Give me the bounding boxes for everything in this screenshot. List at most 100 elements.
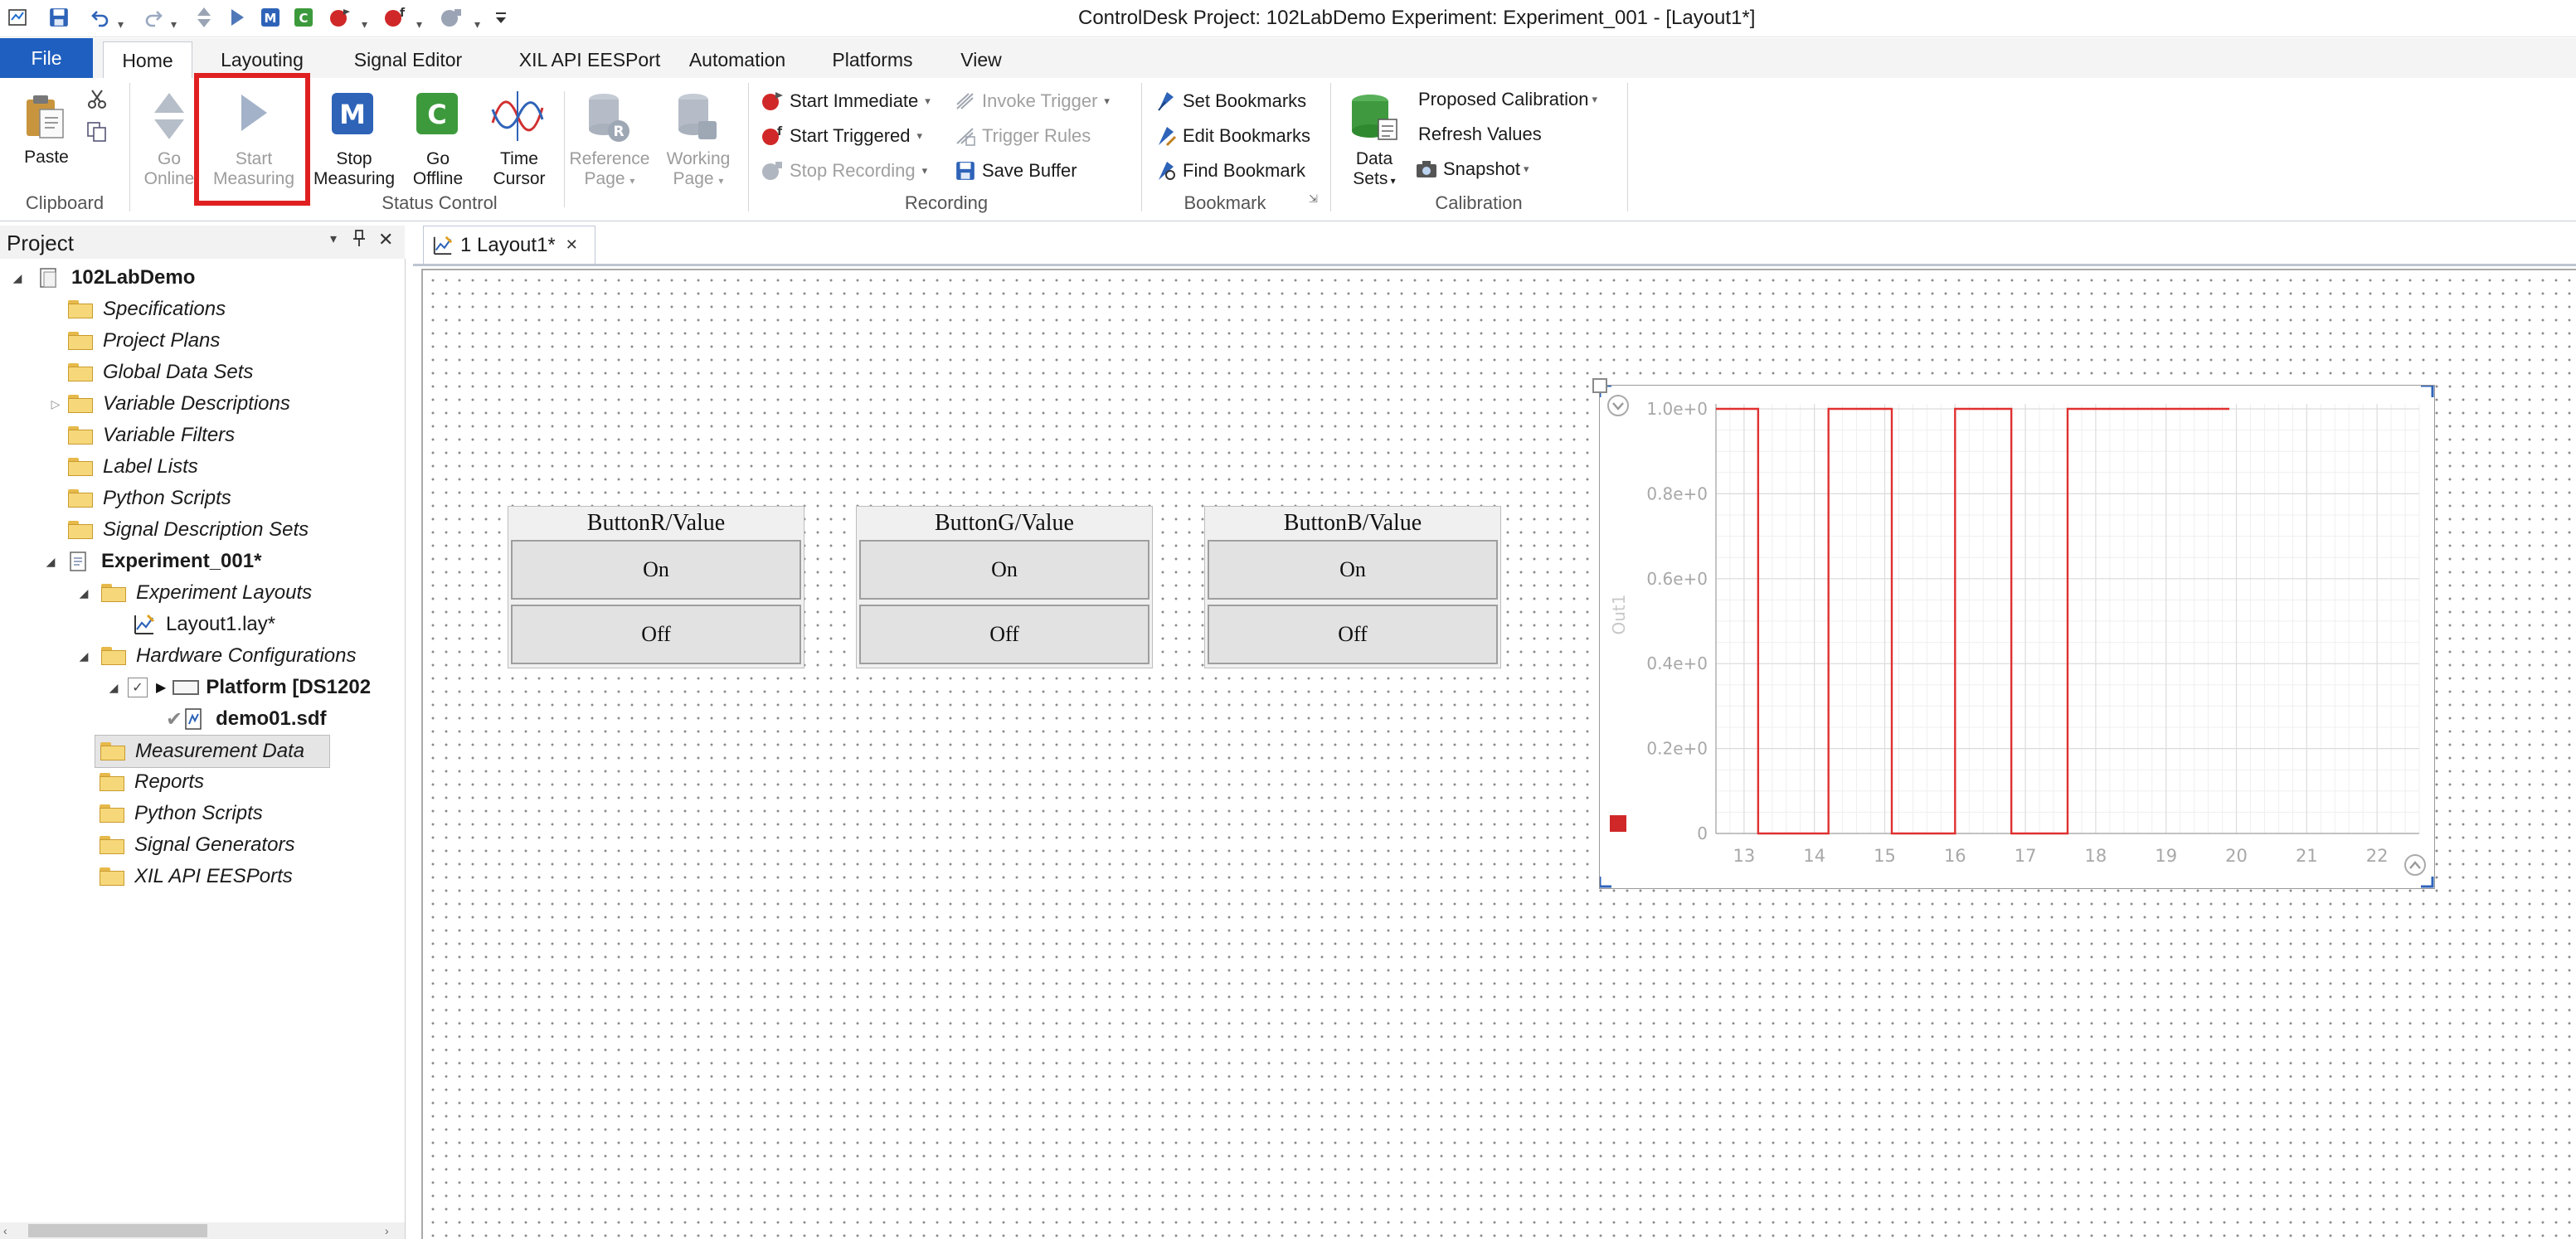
collapse-icon[interactable]: ◢ (8, 271, 27, 285)
on-button[interactable]: On (511, 540, 801, 600)
undo-icon[interactable] (88, 3, 113, 32)
find-bookmark-button[interactable]: Find Bookmark (1154, 158, 1305, 184)
plotter-resize-handle[interactable] (1592, 378, 1607, 393)
panel-menu-dropdown-icon[interactable]: ▾ (330, 231, 337, 247)
set-bookmarks-button[interactable]: Set Bookmarks (1154, 88, 1306, 114)
stop-measuring-button[interactable]: Stop Measuring (309, 149, 400, 189)
collapse-icon[interactable]: ◢ (104, 681, 123, 695)
on-button[interactable]: On (859, 540, 1149, 600)
tree-item-specifications[interactable]: Specifications (68, 294, 226, 325)
go-offline-qa-icon[interactable]: C (292, 3, 315, 32)
stop-recording-qa-dropdown-icon[interactable]: ▾ (474, 10, 480, 38)
app-icon[interactable] (3, 3, 32, 32)
scroll-down-icon[interactable] (2404, 854, 2426, 876)
scroll-up-icon[interactable] (1607, 395, 1629, 416)
redo-dropdown-icon[interactable]: ▾ (171, 10, 177, 38)
paste-icon[interactable] (20, 91, 73, 144)
tab-home[interactable]: Home (103, 41, 192, 80)
tree-item-xil-api-eesports[interactable]: XIL API EESPorts (100, 861, 293, 892)
tab-view[interactable]: View (945, 41, 1017, 78)
go-offline-icon[interactable]: C (415, 91, 461, 138)
tree-item-project-root[interactable]: ◢ 102LabDemo (8, 262, 196, 294)
off-button[interactable]: Off (511, 605, 801, 664)
tree-item-reports[interactable]: Reports (100, 766, 204, 798)
start-immediate-dropdown-icon[interactable]: ▾ (925, 88, 931, 114)
go-online-icon[interactable] (153, 90, 186, 148)
undo-dropdown-icon[interactable]: ▾ (118, 10, 124, 38)
tree-item-variable-filters[interactable]: Variable Filters (68, 420, 235, 451)
series-color-marker[interactable] (1610, 815, 1626, 832)
tab-xil-api-eesport[interactable]: XIL API EESPort (501, 41, 678, 78)
start-triggered-dropdown-icon[interactable]: ▾ (917, 123, 923, 149)
stop-measuring-qa-icon[interactable]: M (259, 3, 282, 32)
start-triggered-qa-dropdown-icon[interactable]: ▾ (416, 10, 422, 38)
trigger-rules-button[interactable]: Trigger Rules (954, 123, 1091, 149)
invoke-trigger-button[interactable]: Invoke Trigger ▾ (954, 88, 1110, 114)
cut-icon[interactable] (86, 88, 111, 113)
reference-page-button[interactable]: Reference Page ▾ (564, 149, 655, 191)
invoke-trigger-dropdown-icon[interactable]: ▾ (1104, 88, 1110, 114)
start-immediate-button[interactable]: Start Immediate ▾ (761, 88, 931, 114)
tree-item-platform[interactable]: ◢ ✓ ▶ Platform [DS1202 (104, 672, 371, 703)
start-triggered-button[interactable]: f Start Triggered ▾ (761, 123, 922, 149)
tree-item-label-lists[interactable]: Label Lists (68, 451, 198, 483)
off-button[interactable]: Off (859, 605, 1149, 664)
tree-item-measurement-data[interactable]: Measurement Data (95, 735, 330, 768)
start-measuring-qa-icon[interactable] (226, 3, 249, 32)
bookmark-dialog-launcher-icon[interactable]: ⇲ (1309, 192, 1322, 206)
data-sets-icon[interactable] (1347, 90, 1402, 144)
save-icon[interactable] (45, 3, 73, 32)
working-page-button[interactable]: Working Page ▾ (657, 149, 740, 191)
expand-icon[interactable]: ▷ (46, 397, 65, 411)
proposed-calibration-button[interactable]: Proposed Calibration ▾ (1418, 86, 1597, 113)
proposed-calibration-dropdown-icon[interactable]: ▾ (1592, 86, 1597, 113)
tree-item-layout1[interactable]: Layout1.lay* (133, 609, 275, 640)
stop-measuring-icon[interactable]: M (330, 91, 377, 138)
time-cursor-button[interactable]: Time Cursor (484, 149, 554, 189)
tab-signal-editor[interactable]: Signal Editor (335, 41, 481, 78)
close-panel-icon[interactable]: ✕ (378, 229, 396, 250)
tree-item-experiment[interactable]: ◢ Experiment_001* (41, 546, 262, 577)
tree-item-signal-description-sets[interactable]: Signal Description Sets (68, 514, 309, 546)
refresh-values-button[interactable]: Refresh Values (1418, 121, 1542, 148)
go-offline-button[interactable]: Go Offline (403, 149, 473, 189)
tab-file[interactable]: File (0, 38, 93, 78)
off-button[interactable]: Off (1208, 605, 1498, 664)
time-cursor-icon[interactable] (491, 90, 544, 143)
tree-item-project-plans[interactable]: Project Plans (68, 325, 220, 357)
customize-qa-icon[interactable] (491, 3, 511, 32)
tab-automation[interactable]: Automation (677, 41, 798, 78)
time-plotter-instrument[interactable]: Out1 0 0.2e+0 0.4e+0 0.6e+0 0.8e+0 1.0e+0 13 1… (1598, 384, 2435, 889)
tree-item-python-scripts[interactable]: Python Scripts (68, 483, 231, 514)
start-immediate-qa-icon[interactable] (327, 3, 355, 32)
tab-layout1[interactable]: 1 Layout1* ✕ (423, 226, 595, 264)
save-buffer-button[interactable]: Save Buffer (954, 158, 1077, 184)
tree-item-variable-descriptions[interactable]: ▷ Variable Descriptions (46, 388, 290, 420)
paste-button[interactable]: Paste (12, 148, 81, 168)
working-page-icon[interactable] (672, 90, 722, 148)
tree-item-signal-generators[interactable]: Signal Generators (100, 829, 294, 861)
platform-checkbox[interactable]: ✓ (128, 678, 148, 697)
copy-icon[interactable] (86, 121, 111, 146)
start-immediate-qa-dropdown-icon[interactable]: ▾ (362, 10, 367, 38)
close-tab-icon[interactable]: ✕ (566, 236, 578, 254)
collapse-icon[interactable]: ◢ (41, 555, 60, 569)
scroll-left-icon[interactable]: ‹ (3, 1224, 7, 1237)
tree-item-hardware-configurations[interactable]: ◢ Hardware Configurations (75, 640, 357, 672)
edit-bookmarks-button[interactable]: Edit Bookmarks (1154, 123, 1310, 149)
data-sets-button[interactable]: Data Sets ▾ (1337, 149, 1412, 191)
collapse-icon[interactable]: ◢ (75, 649, 93, 663)
on-button[interactable]: On (1208, 540, 1498, 600)
snapshot-dropdown-icon[interactable]: ▾ (1524, 156, 1529, 182)
go-online-qa-icon[interactable] (192, 3, 216, 32)
pin-icon[interactable] (352, 229, 368, 249)
project-scrollbar-thumb[interactable] (28, 1224, 207, 1237)
stop-recording-button[interactable]: Stop Recording ▾ (761, 158, 927, 184)
go-online-button[interactable]: Go Online (136, 149, 202, 189)
stop-recording-qa-icon[interactable] (438, 3, 466, 32)
snapshot-button[interactable]: Snapshot ▾ (1415, 156, 1529, 182)
scroll-right-icon[interactable]: › (385, 1224, 389, 1237)
tab-platforms[interactable]: Platforms (821, 41, 924, 78)
start-triggered-qa-icon[interactable]: f (382, 3, 410, 32)
tree-item-sdf-file[interactable]: ✔ demo01.sdf (166, 703, 326, 735)
